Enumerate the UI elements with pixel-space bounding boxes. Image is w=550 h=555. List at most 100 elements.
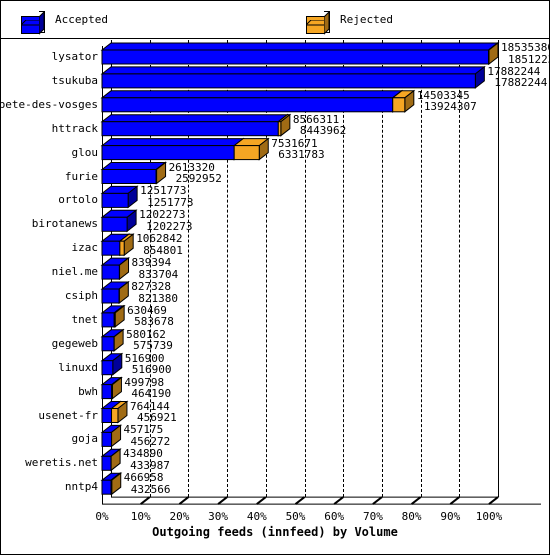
x-axis-title: Outgoing feeds (innfeed) by Volume <box>152 525 398 540</box>
rejected-segment-side-face <box>114 304 125 328</box>
accepted-segment-side-face <box>111 424 122 448</box>
accepted-segment-front-face <box>101 479 112 495</box>
value-accepted: 13924307 <box>423 100 477 114</box>
rejected-segment-side-face <box>258 137 269 161</box>
x-tick-label: 60% <box>324 510 345 524</box>
y-axis-label: usenet-fr <box>38 408 98 422</box>
y-axis-label: lysator <box>51 50 98 63</box>
y-axis-label: httrack <box>51 121 98 135</box>
accepted-segment-side-face <box>126 209 137 233</box>
bar-value-labels: 8566311 8443962 <box>293 114 346 137</box>
x-tick-label: 0% <box>95 510 109 524</box>
accepted-segment-side-face <box>113 304 124 328</box>
rejected-segment-top-face <box>117 281 130 290</box>
value-accepted: 6331783 <box>278 148 325 162</box>
value-accepted: 432566 <box>130 482 171 496</box>
value-accepted: 17882244 <box>494 76 548 90</box>
accepted-segment-side-face <box>474 65 485 89</box>
rejected-segment-side-face <box>118 280 129 305</box>
rejected-segment-front-face <box>233 145 260 161</box>
y-axis-line-front <box>102 46 103 505</box>
value-total: 466958 <box>123 471 164 485</box>
rejected-segment-top-face <box>110 377 123 386</box>
y-axis-label: tnet <box>71 312 99 326</box>
y-axis-label: izac <box>71 241 99 255</box>
x-tick-label: 50% <box>285 510 306 524</box>
bar-value-labels: 764144 456921 <box>130 400 177 424</box>
value-total: 827328 <box>131 280 172 293</box>
accepted-segment-front-face <box>101 312 115 328</box>
accepted-segment-top-face <box>100 138 245 147</box>
y-axis-label: niel.me <box>51 265 98 279</box>
accepted-segment-top-face <box>100 114 289 123</box>
chart-legend: Accepted Rejected <box>1 1 549 39</box>
accepted-segment-side-face <box>118 257 129 281</box>
gridline-50 <box>304 40 306 498</box>
bar-value-labels: 499798 464190 <box>124 377 171 400</box>
value-accepted: 433987 <box>130 458 170 472</box>
rejected-segment-side-face <box>111 376 122 400</box>
bar-value-labels: 516900 516900 <box>125 353 172 376</box>
accepted-segment-front-face <box>101 455 112 471</box>
y-axis-line-back <box>111 40 112 498</box>
x-tick-label: 20% <box>169 510 190 524</box>
accepted-segment-top-face <box>100 90 404 99</box>
y-axis-label: tsukuba <box>51 73 98 87</box>
value-accepted: 833704 <box>138 267 179 281</box>
accepted-segment-front-face <box>101 121 279 137</box>
y-axis-label: linuxd <box>58 360 98 374</box>
accepted-segment-side-face <box>110 448 121 472</box>
bar-value-labels: 630469 583678 <box>127 305 174 328</box>
rejected-segment-top-face <box>276 114 292 123</box>
rejected-segment-front-face <box>119 240 125 256</box>
rejected-segment-top-face <box>110 401 129 409</box>
chart-right-border <box>498 40 499 498</box>
rejected-segment-side-face <box>119 257 130 281</box>
rejected-segment-top-face <box>112 329 125 338</box>
accepted-segment-top-face <box>100 185 139 194</box>
accepted-segment-side-face <box>127 185 138 209</box>
accepted-segment-side-face <box>111 400 122 424</box>
accepted-segment-top-face <box>100 257 130 266</box>
value-accepted: 516900 <box>131 363 172 377</box>
y-axis-label: weretis.net <box>25 456 98 470</box>
accepted-segment-side-face <box>118 280 129 305</box>
value-accepted: 456272 <box>130 434 171 448</box>
chart-plot-area: lysator 1853538018512233 tsukuba 1788224417… <box>0 40 549 554</box>
legend-label: Accepted <box>55 13 108 26</box>
rejected-segment-side-face <box>488 41 499 66</box>
cube-icon <box>304 10 331 36</box>
value-accepted: 575739 <box>133 339 173 353</box>
rejected-segment-top-face <box>391 90 416 99</box>
bar-value-labels: 1251773 1251773 <box>140 185 193 208</box>
value-accepted: 18512233 <box>508 52 549 66</box>
bar-value-labels: 14503345 13924307 <box>417 90 477 113</box>
y-axis-label: bwh <box>78 384 98 398</box>
bar-value-labels: 7531671 6331783 <box>271 138 324 161</box>
gridline-30 <box>227 40 229 498</box>
x-tick-label: 90% <box>440 510 461 524</box>
value-accepted: 8443962 <box>299 124 347 138</box>
accepted-segment-front-face <box>101 216 128 232</box>
accepted-segment-side-face <box>488 41 499 66</box>
rejected-segment-side-face <box>123 233 134 257</box>
accepted-segment-side-face <box>119 233 130 257</box>
accepted-segment-front-face <box>101 97 394 113</box>
y-axis-label: goja <box>71 432 99 446</box>
accepted-segment-top-face <box>100 281 130 290</box>
accepted-segment-side-face <box>112 352 123 376</box>
rejected-segment-side-face <box>280 113 291 137</box>
rejected-segment-front-face <box>277 121 282 137</box>
y-axis-label: bete-des-vosges <box>0 97 98 111</box>
accepted-segment-top-face <box>100 329 125 338</box>
rejected-segment-side-face <box>110 448 121 472</box>
accepted-segment-front-face <box>101 145 235 161</box>
rejected-segment-top-face <box>112 305 126 314</box>
rejected-segment-side-face <box>117 400 128 424</box>
rejected-segment-side-face <box>113 328 124 352</box>
rejected-segment-top-face <box>109 448 122 457</box>
gridline-20 <box>188 40 190 498</box>
x-tick-label: 100% <box>475 510 503 524</box>
y-axis-label: nntp4 <box>64 480 98 494</box>
x-tick-label: 30% <box>208 510 229 524</box>
